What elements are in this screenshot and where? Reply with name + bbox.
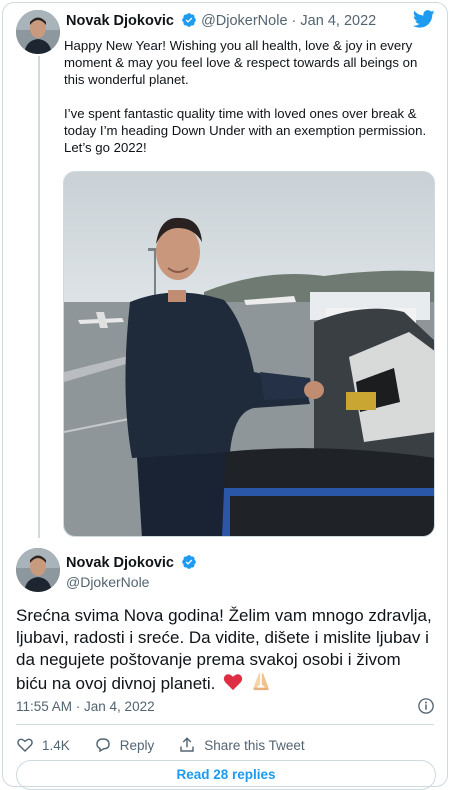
tweet-paragraph: Happy New Year! Wishing you all health, … [64, 38, 418, 87]
thread-connector-line [38, 56, 40, 538]
avatar[interactable] [16, 10, 60, 54]
author-handle[interactable]: @DjokerNole [66, 574, 149, 590]
verified-badge-icon [181, 554, 197, 574]
heart-icon [17, 738, 33, 752]
tweet-date[interactable]: Jan 4, 2022 [300, 13, 376, 29]
folded-hands-emoji-icon [251, 671, 271, 697]
share-label: Share this Tweet [204, 737, 305, 753]
avatar[interactable] [16, 548, 60, 592]
red-heart-emoji-icon [223, 673, 243, 697]
tweet-actions: 1.4K Reply Share this Tweet [16, 735, 329, 755]
author-handle[interactable]: @DjokerNole [201, 13, 287, 29]
tweet-photo[interactable] [63, 171, 435, 537]
tweet-paragraph: I’ve spent fantastic quality time with l… [64, 106, 427, 155]
reply-button[interactable]: Reply [94, 736, 155, 754]
tweet-timestamp[interactable]: 11:55 AM · Jan 4, 2022 [16, 699, 155, 714]
author-name-row: Novak Djokovic [66, 554, 197, 574]
dot-separator: · [291, 13, 297, 29]
share-icon [180, 737, 195, 752]
tweet-text: Srećna svima Nova godina! Želim vam mnog… [16, 605, 436, 697]
like-count: 1.4K [42, 737, 70, 753]
info-icon[interactable] [417, 697, 435, 720]
share-button[interactable]: Share this Tweet [178, 736, 305, 754]
reply-label: Reply [119, 737, 155, 753]
like-button[interactable]: 1.4K [16, 736, 70, 754]
verified-badge-icon [181, 12, 197, 32]
author-name[interactable]: Novak Djokovic [66, 555, 174, 571]
tweet-header: Novak Djokovic @DjokerNole · Jan 4, 2022 [66, 12, 376, 32]
twitter-bird-icon[interactable] [412, 10, 435, 33]
reply-icon [96, 738, 110, 753]
tweet-text: Happy New Year! Wishing you all health, … [64, 37, 434, 173]
author-name[interactable]: Novak Djokovic [66, 13, 174, 29]
divider [16, 724, 434, 725]
read-replies-button[interactable]: Read 28 replies [16, 760, 436, 790]
